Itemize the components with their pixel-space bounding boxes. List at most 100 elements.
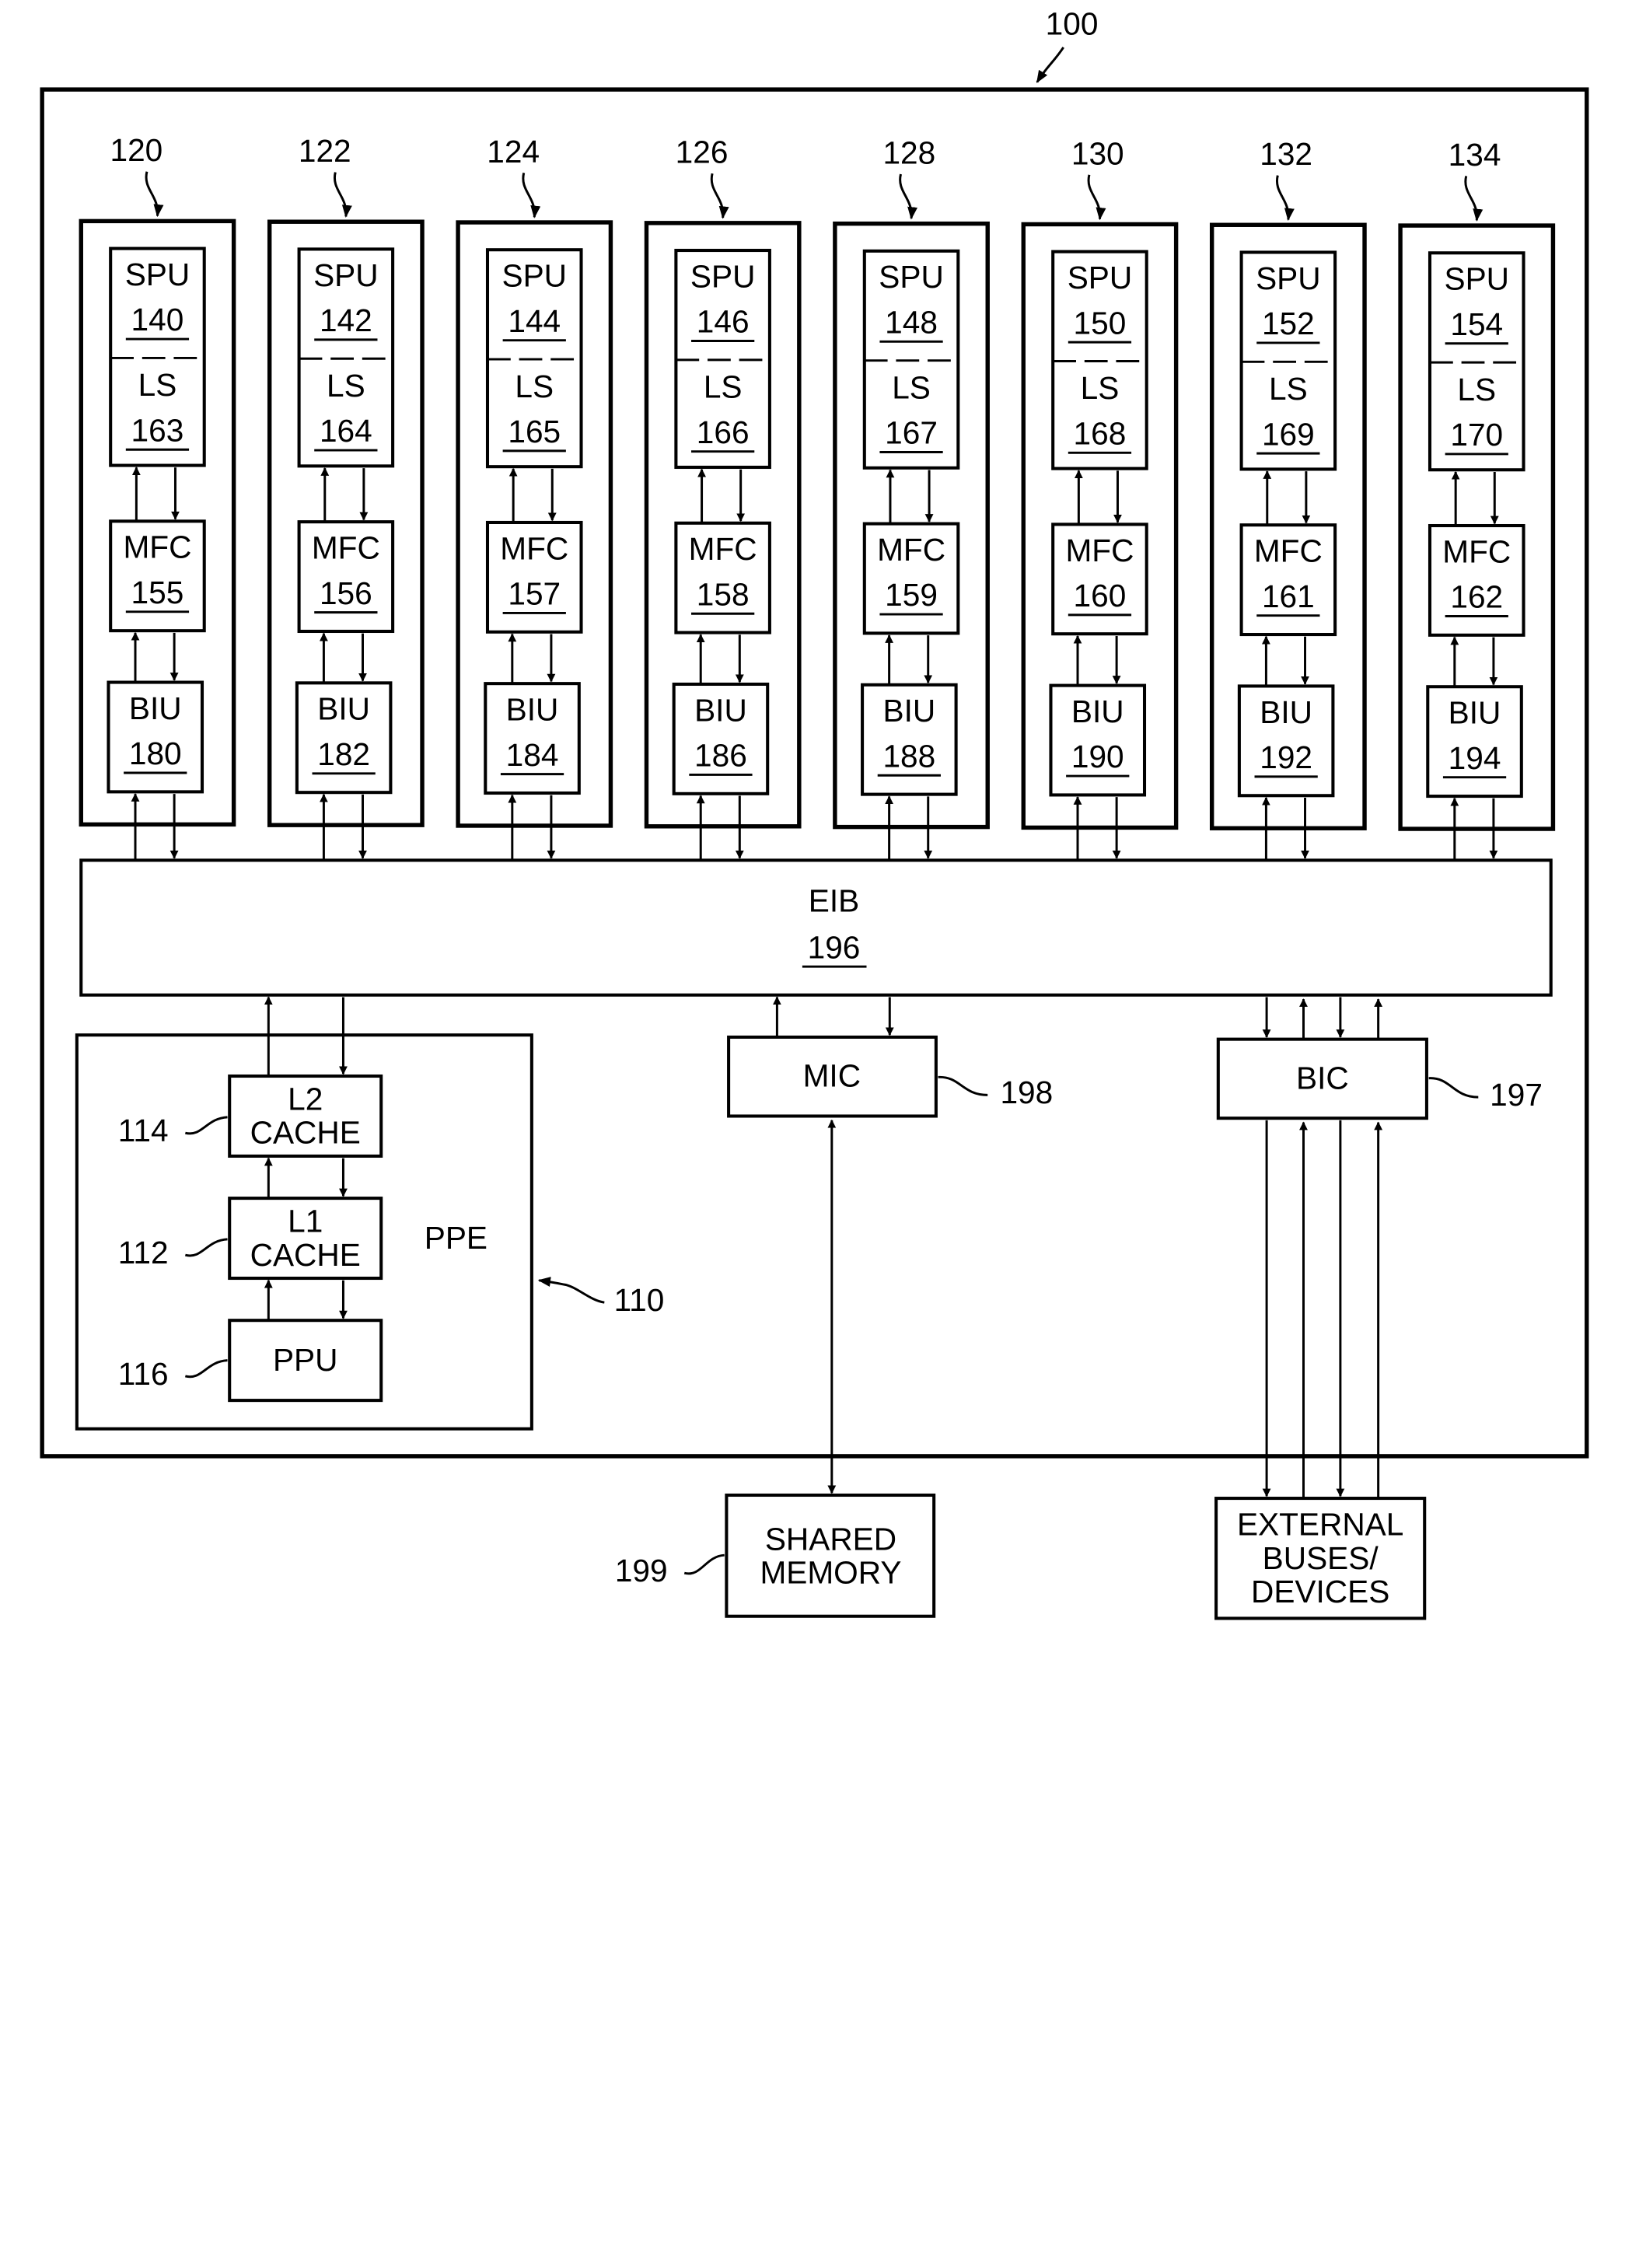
mfc-label: MFC xyxy=(123,529,191,565)
spu-number: 148 xyxy=(885,304,938,340)
l2-cache-ref: 114 xyxy=(118,1113,169,1148)
spu-label: SPU xyxy=(502,258,567,294)
mfc-number: 155 xyxy=(131,575,184,610)
shared-memory-line1: SHARED xyxy=(765,1521,896,1557)
spu-number: 142 xyxy=(320,302,372,338)
spe-column: 124 SPU 144 LS 165 MFC 157 BIU 184 xyxy=(456,134,613,861)
spu-label: SPU xyxy=(125,257,190,292)
ppe-label: PPE xyxy=(425,1220,488,1256)
biu-number: 192 xyxy=(1260,739,1312,775)
ls-label: LS xyxy=(1081,370,1120,406)
spe-column: 130 SPU 150 LS 168 MFC 160 BIU 190 xyxy=(1021,135,1179,861)
mfc-number: 156 xyxy=(320,575,372,611)
ls-label: LS xyxy=(1269,371,1308,407)
ls-label: LS xyxy=(138,367,177,403)
mfc-number: 159 xyxy=(885,577,938,613)
biu-number: 188 xyxy=(882,738,935,774)
biu-number: 180 xyxy=(129,736,182,771)
system-ref-arrow xyxy=(1036,47,1064,84)
external-buses-devices: EXTERNAL BUSES/ DEVICES xyxy=(1214,1497,1427,1620)
ls-label: LS xyxy=(1457,372,1496,407)
biu-number: 182 xyxy=(317,736,370,772)
mic-label: MIC xyxy=(803,1058,861,1094)
l1-cache-ref: 112 xyxy=(118,1235,169,1270)
spe-column: 126 SPU 146 LS 166 MFC 158 BIU 186 xyxy=(644,135,802,861)
mfc-label: MFC xyxy=(1065,533,1134,568)
biu-label: BIU xyxy=(317,691,370,727)
spu-label: SPU xyxy=(313,257,378,293)
biu-label: BIU xyxy=(506,692,559,728)
biu-label: BIU xyxy=(1071,694,1124,729)
spe-ref-arrow xyxy=(710,173,729,219)
ppe-110: PPE 110 L2 CACHE 114 L1 CACHE 112 PPU 11… xyxy=(75,996,665,1431)
ls-number: 170 xyxy=(1450,417,1503,453)
mfc-number: 158 xyxy=(697,576,750,612)
ppe-ref-arrow xyxy=(537,1277,605,1304)
ls-number: 169 xyxy=(1262,416,1315,452)
spe-ref-label: 120 xyxy=(110,132,163,168)
ppe-ref-label: 110 xyxy=(614,1282,665,1318)
mfc-number: 162 xyxy=(1450,579,1503,615)
biu-label: BIU xyxy=(1449,695,1501,731)
spu-label: SPU xyxy=(1256,260,1320,296)
mfc-label: MFC xyxy=(689,531,757,567)
system-ref-label: 100 xyxy=(1046,6,1099,42)
eib-number: 196 xyxy=(808,929,861,965)
spe-ref-arrow xyxy=(1275,175,1295,222)
spe-ref-arrow xyxy=(899,173,918,220)
spu-label: SPU xyxy=(879,259,943,295)
ppu-ref: 116 xyxy=(118,1356,169,1392)
mic-198: MIC 198 xyxy=(727,996,1053,1494)
ls-number: 163 xyxy=(131,412,184,448)
ls-number: 166 xyxy=(697,414,750,450)
spe-ref-arrow xyxy=(145,171,164,218)
mic-ref: 198 xyxy=(1000,1075,1053,1110)
processor-block-diagram: 100 120 SPU 140 LS 163 MFC 155 BIU 180 122 SPU 142 L… xyxy=(40,6,1589,1620)
mic-ref-leader xyxy=(938,1075,988,1096)
biu-number: 194 xyxy=(1449,740,1501,776)
eib-196: EIB 196 xyxy=(79,858,1553,997)
spe-column: 120 SPU 140 LS 163 MFC 155 BIU 180 xyxy=(79,132,236,861)
mfc-label: MFC xyxy=(877,532,945,568)
l1-cache-line1: L1 xyxy=(288,1203,323,1239)
external-line3: DEVICES xyxy=(1251,1574,1389,1609)
bic-ref: 197 xyxy=(1490,1077,1543,1113)
biu-number: 186 xyxy=(694,738,747,774)
l2-cache-line1: L2 xyxy=(288,1081,323,1117)
spe-column: 134 SPU 154 LS 170 MFC 162 BIU 194 xyxy=(1398,137,1556,861)
bic-label: BIC xyxy=(1296,1060,1349,1096)
external-line1: EXTERNAL xyxy=(1237,1506,1403,1542)
bic-197: BIC 197 xyxy=(1216,997,1543,1499)
spu-number: 144 xyxy=(508,303,561,339)
external-line2: BUSES/ xyxy=(1263,1540,1379,1576)
spe-columns: 120 SPU 140 LS 163 MFC 155 BIU 180 122 SPU 142 LS 164… xyxy=(79,132,1556,861)
spe-ref-arrow xyxy=(1087,174,1106,221)
biu-label: BIU xyxy=(694,692,747,728)
spu-label: SPU xyxy=(690,258,755,294)
spu-label: SPU xyxy=(1068,260,1132,295)
spe-ref-label: 126 xyxy=(676,135,729,170)
spu-number: 146 xyxy=(697,304,750,340)
spe-ref-label: 122 xyxy=(299,133,351,169)
spe-ref-label: 128 xyxy=(882,135,935,170)
mfc-label: MFC xyxy=(312,530,380,566)
ppu-label: PPU xyxy=(273,1342,337,1378)
spe-ref-arrow xyxy=(522,173,541,218)
spu-number: 140 xyxy=(131,302,184,337)
biu-label: BIU xyxy=(129,690,182,726)
l2-cache-line2: CACHE xyxy=(250,1115,361,1151)
eib-box xyxy=(79,858,1553,997)
spe-ref-label: 124 xyxy=(487,134,540,169)
biu-label: BIU xyxy=(882,693,935,729)
biu-number: 184 xyxy=(506,737,559,773)
ls-label: LS xyxy=(327,368,365,404)
biu-number: 190 xyxy=(1071,739,1124,774)
ls-number: 168 xyxy=(1074,415,1127,451)
spe-ref-label: 134 xyxy=(1449,137,1501,173)
spe-ref-label: 130 xyxy=(1071,135,1124,171)
ls-number: 167 xyxy=(885,415,938,451)
mfc-label: MFC xyxy=(1442,533,1511,569)
shared-memory-line2: MEMORY xyxy=(760,1555,901,1591)
spe-column: 132 SPU 152 LS 169 MFC 161 BIU 192 xyxy=(1209,136,1367,861)
spe-column: 128 SPU 148 LS 167 MFC 159 BIU 188 xyxy=(833,135,990,861)
